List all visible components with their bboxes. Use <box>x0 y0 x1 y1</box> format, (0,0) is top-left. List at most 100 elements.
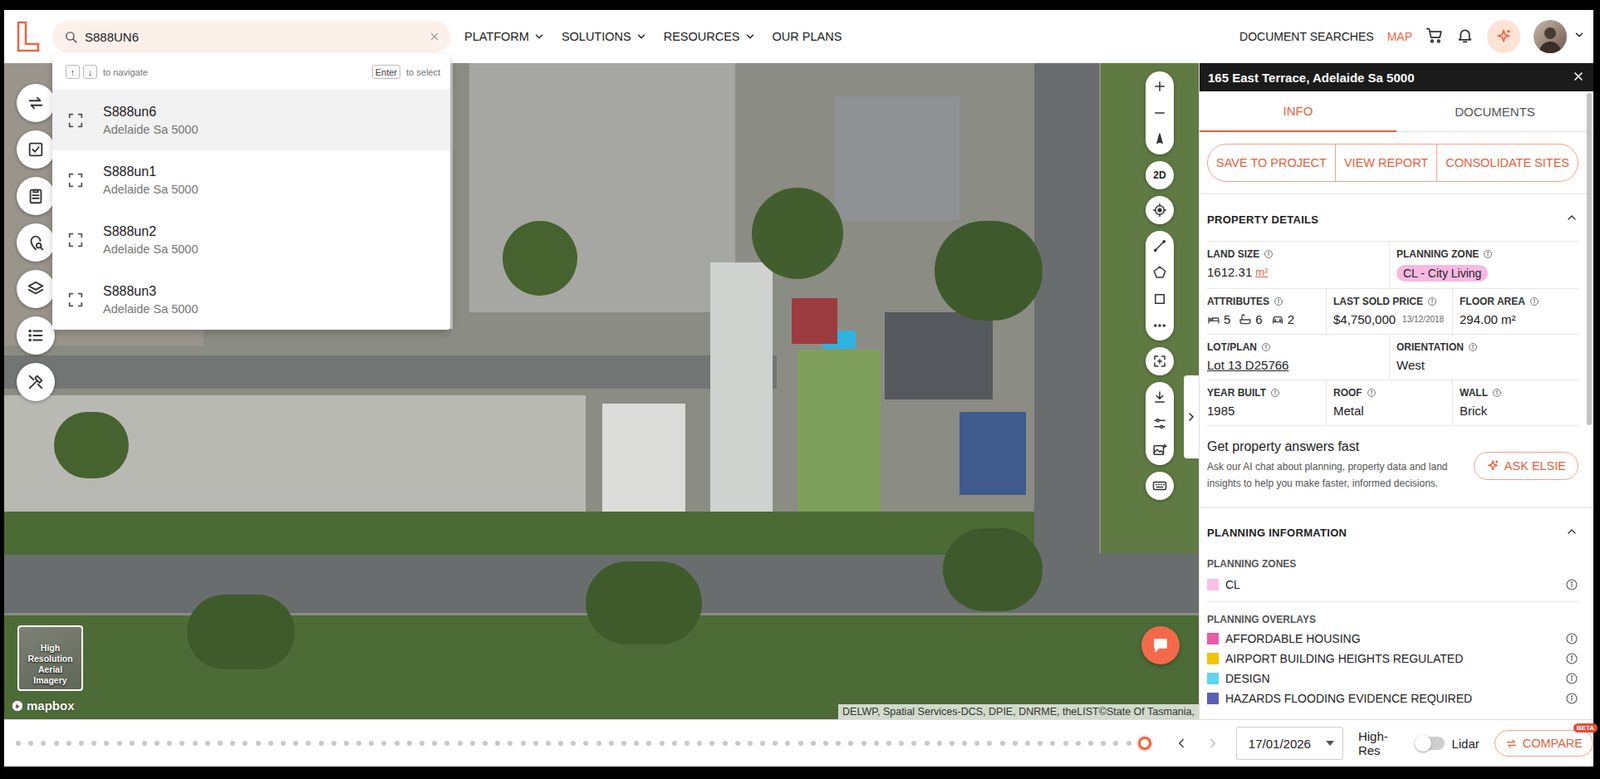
timeline-dot[interactable] <box>205 741 211 747</box>
nav-menu[interactable]: RESOURCES <box>663 29 756 44</box>
timeline-dot[interactable] <box>1000 741 1006 747</box>
scrollbar[interactable] <box>1586 93 1592 426</box>
planning-item[interactable]: CL <box>1207 574 1579 595</box>
timeline-dot[interactable] <box>356 741 362 747</box>
timeline-dot[interactable] <box>457 741 463 747</box>
timeline-dot[interactable] <box>596 741 602 747</box>
timeline-dot[interactable] <box>709 741 715 747</box>
action-button[interactable]: VIEW REPORT <box>1334 144 1437 182</box>
chat-button[interactable] <box>1141 626 1180 665</box>
timeline-dot[interactable] <box>40 741 46 747</box>
timeline-dot[interactable] <box>747 741 753 747</box>
compare-button[interactable]: COMPAREBETA <box>1494 730 1594 757</box>
zoom-in-button[interactable] <box>1152 73 1168 100</box>
header-link[interactable]: DOCUMENT SEARCHES <box>1239 29 1375 44</box>
tools-button[interactable] <box>16 363 55 402</box>
timeline-dot[interactable] <box>684 741 690 747</box>
download-button[interactable] <box>1152 383 1168 411</box>
rectangle-button[interactable] <box>1152 285 1168 313</box>
timeline-track[interactable] <box>15 735 1145 752</box>
search-box[interactable]: ↑↓to navigateEnterto selectS888un6Adelai… <box>52 20 451 53</box>
timeline-dot[interactable] <box>179 741 185 747</box>
action-button[interactable]: SAVE TO PROJECT <box>1207 144 1335 182</box>
timeline-dot[interactable] <box>394 741 400 747</box>
frame-button[interactable] <box>1145 347 1174 376</box>
next-button[interactable] <box>1202 731 1223 756</box>
planning-item[interactable]: HAZARDS FLOODING EVIDENCE REQUIRED <box>1207 688 1579 709</box>
timeline-dot[interactable] <box>78 741 84 747</box>
timeline-dot[interactable] <box>558 741 564 747</box>
timeline-dot[interactable] <box>873 741 879 747</box>
timeline-dot[interactable] <box>142 741 148 747</box>
nav-menu[interactable]: PLATFORM <box>464 29 545 44</box>
list-button[interactable] <box>16 316 55 355</box>
timeline-dot[interactable] <box>672 741 678 747</box>
timeline-dot[interactable] <box>961 741 967 747</box>
timeline-dot[interactable] <box>444 741 450 747</box>
timeline-dot[interactable] <box>974 741 980 747</box>
logo[interactable] <box>4 19 53 54</box>
planning-information-header[interactable]: PLANNING INFORMATION <box>1207 508 1579 555</box>
compass-button[interactable] <box>1152 126 1168 153</box>
timeline-dot[interactable] <box>268 741 274 747</box>
timeline-dot[interactable] <box>760 741 766 747</box>
planning-item[interactable]: AFFORDABLE HOUSING <box>1207 628 1579 649</box>
timeline-dot[interactable] <box>255 741 261 747</box>
timeline-dot[interactable] <box>823 741 829 747</box>
high-res-toggle[interactable] <box>1416 736 1445 751</box>
timeline-dot[interactable] <box>1088 741 1094 747</box>
search-result[interactable]: S888un3Adelaide Sa 5000 <box>52 269 451 330</box>
timeline-dot[interactable] <box>886 741 892 747</box>
timeline-dot[interactable] <box>1100 741 1106 747</box>
timeline-dot[interactable] <box>53 741 59 747</box>
timeline-dot[interactable] <box>570 741 576 747</box>
timeline-dot[interactable] <box>621 741 627 747</box>
timeline-dot[interactable] <box>722 741 728 747</box>
header-link[interactable]: MAP <box>1387 29 1413 44</box>
timeline-dot[interactable] <box>280 741 286 747</box>
keyboard-button[interactable] <box>1145 471 1174 501</box>
planning-item[interactable]: AIRPORT BUILDING HEIGHTS REGULATED <box>1207 648 1579 669</box>
timeline-dot[interactable] <box>319 741 324 747</box>
timeline-dot[interactable] <box>331 741 337 747</box>
property-details-header[interactable]: PROPERTY DETAILS <box>1207 194 1579 241</box>
close-button[interactable] <box>1571 69 1586 86</box>
timeline-dot[interactable] <box>646 741 652 747</box>
timeline-dot[interactable] <box>343 741 349 747</box>
imagery-switch[interactable]: High Resolution Aerial Imagery <box>17 625 84 692</box>
timeline-dot[interactable] <box>1063 741 1069 747</box>
timeline-dot[interactable] <box>242 741 248 747</box>
timeline-dot[interactable] <box>154 741 160 747</box>
timeline-dot[interactable] <box>103 741 109 747</box>
timeline-dot[interactable] <box>986 741 992 747</box>
timeline-dot[interactable] <box>381 741 387 747</box>
timeline-dot[interactable] <box>117 741 123 747</box>
timeline-dot[interactable] <box>230 741 236 747</box>
date-select[interactable]: 17/01/2026 <box>1236 726 1344 761</box>
timeline-dot[interactable] <box>15 741 21 747</box>
timeline-dot[interactable] <box>911 741 917 747</box>
ask-elsie-button[interactable]: ASK ELSIE <box>1473 451 1579 481</box>
checklist-button[interactable] <box>16 130 55 169</box>
timeline-dot[interactable] <box>835 741 841 747</box>
account-menu[interactable] <box>1573 29 1586 45</box>
timeline-dot[interactable] <box>810 741 816 747</box>
timeline-dot[interactable] <box>495 741 501 747</box>
action-button[interactable]: CONSOLIDATE SITES <box>1436 144 1578 182</box>
timeline-dot[interactable] <box>898 741 904 747</box>
tab[interactable]: INFO <box>1199 91 1397 133</box>
report-button[interactable] <box>16 176 55 216</box>
timeline-dot[interactable] <box>166 741 172 747</box>
timeline-dot[interactable] <box>848 741 854 747</box>
timeline-dot[interactable] <box>545 741 551 747</box>
location-search-button[interactable] <box>16 223 55 262</box>
timeline-thumb[interactable] <box>1138 736 1152 751</box>
search-result[interactable]: S888un6Adelaide Sa 5000 <box>52 90 451 151</box>
previous-button[interactable] <box>1171 731 1192 756</box>
lot-link[interactable]: Lot 13 D25766 <box>1207 358 1289 373</box>
unit-switch[interactable]: m² <box>1255 265 1268 279</box>
timeline-dot[interactable] <box>192 741 198 747</box>
timeline-dot[interactable] <box>91 741 97 747</box>
timeline-dot[interactable] <box>368 741 374 747</box>
timeline-dot[interactable] <box>696 741 702 747</box>
